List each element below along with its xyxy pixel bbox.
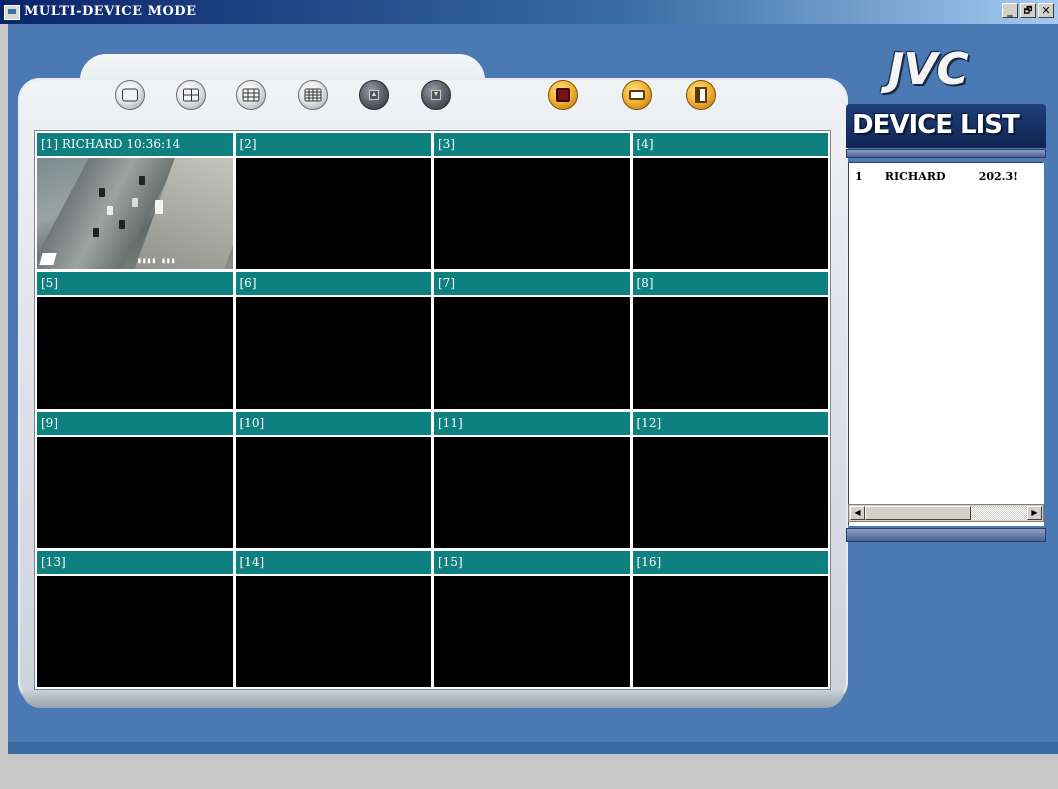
- monitor-panel-base: [22, 690, 844, 708]
- video-cell-6[interactable]: [6]: [235, 272, 431, 409]
- cell-header: [16]: [632, 550, 828, 576]
- device-list-bottom-strip: [846, 528, 1046, 542]
- record-icon: [556, 88, 570, 102]
- device-name: RICHARD: [884, 170, 946, 183]
- video-cell-14[interactable]: [14]: [235, 550, 431, 687]
- cell-header: [5]: [37, 272, 233, 298]
- exit-button[interactable]: [686, 80, 716, 110]
- empty-feed[interactable]: [434, 158, 630, 270]
- quad-view-icon: [183, 88, 199, 102]
- window-left-edge: [0, 24, 8, 754]
- scroll-thumb[interactable]: [865, 506, 971, 520]
- cell-header: [7]: [434, 272, 630, 298]
- empty-feed[interactable]: [434, 575, 630, 687]
- scroll-left-button[interactable]: ◀: [850, 506, 865, 520]
- empty-feed[interactable]: [434, 436, 630, 548]
- camera-feed[interactable]: ▮▮▮▮ ▮▮▮: [37, 158, 233, 270]
- page-up-button[interactable]: ▲: [359, 80, 389, 110]
- cell-header: [2]: [235, 133, 431, 158]
- video-cell-8[interactable]: [8]: [632, 272, 828, 409]
- device-list[interactable]: 1 RICHARD 202.3!: [848, 162, 1044, 526]
- device-list-scrollbar[interactable]: ◀ ▶: [848, 504, 1044, 522]
- cell-header: [13]: [37, 550, 233, 576]
- empty-feed[interactable]: [235, 297, 431, 409]
- device-settings-button[interactable]: [622, 80, 652, 110]
- empty-feed[interactable]: [632, 158, 828, 270]
- empty-feed[interactable]: [632, 436, 828, 548]
- monitor-icon: [629, 90, 645, 100]
- cell-header: [4]: [632, 133, 828, 158]
- close-button[interactable]: ✕: [1038, 3, 1054, 18]
- cell-header: [10]: [235, 411, 431, 437]
- device-list-title: DEVICE LIST: [852, 110, 1020, 140]
- single-view-icon: [122, 88, 138, 102]
- empty-feed[interactable]: [37, 436, 233, 548]
- cell-header: [9]: [37, 411, 233, 437]
- cell-header: [6]: [235, 272, 431, 298]
- empty-feed[interactable]: [37, 575, 233, 687]
- video-grid: [1] RICHARD 10:36:14 ▮▮▮▮ ▮▮▮ [2] [3] [4…: [34, 130, 831, 690]
- cell-header: [8]: [632, 272, 828, 298]
- empty-feed[interactable]: [37, 297, 233, 409]
- camera-feed-image: ▮▮▮▮ ▮▮▮: [37, 158, 233, 270]
- video-cell-5[interactable]: [5]: [37, 272, 233, 409]
- record-button[interactable]: [548, 80, 578, 110]
- empty-feed[interactable]: [235, 436, 431, 548]
- video-cell-11[interactable]: [11]: [434, 411, 630, 548]
- empty-feed[interactable]: [235, 575, 431, 687]
- video-cell-10[interactable]: [10]: [235, 411, 431, 548]
- minimize-button[interactable]: _: [1002, 3, 1018, 18]
- video-cell-7[interactable]: [7]: [434, 272, 630, 409]
- empty-feed[interactable]: [632, 575, 828, 687]
- status-area: [0, 754, 1058, 789]
- empty-feed[interactable]: [632, 297, 828, 409]
- cell-header: [11]: [434, 411, 630, 437]
- window-controls: _ 🗗 ✕: [1002, 3, 1054, 18]
- arrow-up-icon: ▲: [369, 90, 379, 100]
- video-cell-12[interactable]: [12]: [632, 411, 828, 548]
- title-bar: MULTI-DEVICE MODE _ 🗗 ✕: [0, 0, 1058, 24]
- device-list-top-strip: [846, 149, 1046, 158]
- cell-header: [1] RICHARD 10:36:14: [37, 133, 233, 158]
- layout-2x2-button[interactable]: [176, 80, 206, 110]
- cell-header: [12]: [632, 411, 828, 437]
- device-address: 202.3!: [978, 170, 1018, 183]
- nine-view-icon: [242, 88, 260, 102]
- app-bottom-edge: [8, 742, 1058, 754]
- device-list-row[interactable]: 1 RICHARD 202.3!: [855, 170, 1018, 183]
- video-cell-2[interactable]: [2]: [235, 133, 431, 270]
- video-cell-15[interactable]: [15]: [434, 550, 630, 687]
- sixteen-view-icon: [304, 88, 322, 102]
- arrow-down-icon: ▼: [431, 90, 441, 100]
- cell-header: [14]: [235, 550, 431, 576]
- video-cell-4[interactable]: [4]: [632, 133, 828, 270]
- layout-1x1-button[interactable]: [115, 80, 145, 110]
- restore-button[interactable]: 🗗: [1020, 3, 1036, 18]
- scroll-right-button[interactable]: ▶: [1027, 506, 1042, 520]
- cell-header: [3]: [434, 133, 630, 158]
- video-cell-16[interactable]: [16]: [632, 550, 828, 687]
- device-number: 1: [855, 170, 863, 183]
- app-icon[interactable]: [4, 5, 20, 20]
- video-cell-3[interactable]: [3]: [434, 133, 630, 270]
- cell-header: [15]: [434, 550, 630, 576]
- window-title: MULTI-DEVICE MODE: [24, 4, 197, 19]
- video-cell-9[interactable]: [9]: [37, 411, 233, 548]
- video-cell-1[interactable]: [1] RICHARD 10:36:14 ▮▮▮▮ ▮▮▮: [37, 133, 233, 270]
- empty-feed[interactable]: [434, 297, 630, 409]
- exit-door-icon: [695, 87, 707, 103]
- page-down-button[interactable]: ▼: [421, 80, 451, 110]
- empty-feed[interactable]: [235, 158, 431, 270]
- layout-3x3-button[interactable]: [236, 80, 266, 110]
- brand-logo: JVC: [888, 44, 969, 95]
- video-cell-13[interactable]: [13]: [37, 550, 233, 687]
- layout-4x4-button[interactable]: [298, 80, 328, 110]
